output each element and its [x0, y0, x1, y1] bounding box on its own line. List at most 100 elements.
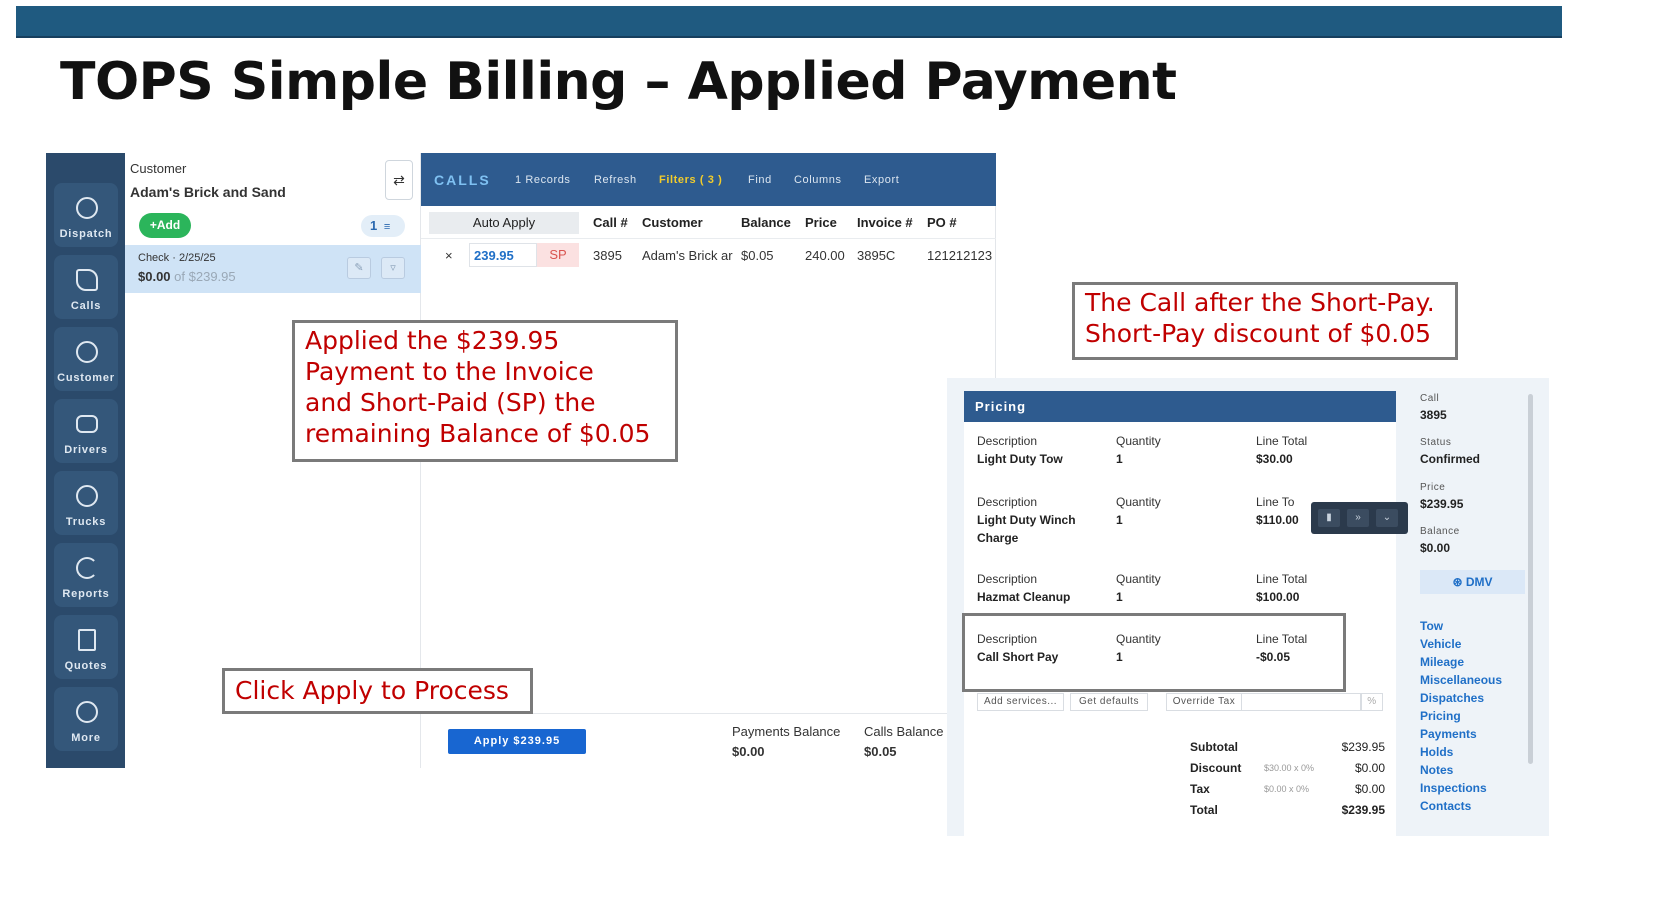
call-summary-sidebar: Call 3895 Status Confirmed Price $239.95…: [1420, 378, 1540, 836]
nav-label: Customer: [57, 372, 115, 384]
call-number: 3895: [1420, 408, 1447, 422]
item-description: Light Duty Tow: [977, 452, 1063, 466]
short-pay-button[interactable]: SP: [537, 243, 579, 267]
calls-balance-value: $0.05: [864, 744, 897, 759]
nav-more[interactable]: More: [54, 687, 118, 751]
nav-drivers[interactable]: Drivers: [54, 399, 118, 463]
item-quantity: 1: [1116, 513, 1123, 527]
refresh-button[interactable]: Refresh: [594, 174, 637, 186]
col-customer[interactable]: Customer: [642, 215, 703, 230]
steering-wheel-icon: [76, 485, 98, 507]
nav-label: Trucks: [65, 516, 107, 528]
pricing-line-item[interactable]: Description Quantity Line Total Light Du…: [964, 434, 1396, 504]
link-dispatches[interactable]: Dispatches: [1420, 691, 1484, 705]
apply-callout: Click Apply to Process: [222, 668, 533, 714]
dmv-button[interactable]: ⊛ DMV: [1420, 570, 1525, 594]
chevron-down-icon[interactable]: ⌄: [1376, 509, 1398, 527]
delete-payment-button[interactable]: ▿: [381, 257, 405, 279]
discount-label: Discount: [1190, 761, 1242, 775]
item-description: Hazmat Cleanup: [977, 590, 1071, 604]
cell-call-number: 3895: [593, 248, 622, 263]
desc-label: Description: [977, 495, 1038, 509]
payment-card[interactable]: Check · 2/25/25 $0.00 of $239.95 ✎ ▿: [125, 245, 421, 293]
applied-value: $0.00: [138, 269, 171, 284]
nav-reports[interactable]: Reports: [54, 543, 118, 607]
export-button[interactable]: Export: [864, 174, 899, 186]
swap-customer-button[interactable]: ⇄: [385, 160, 413, 200]
filter-count-button[interactable]: 1 ≡: [361, 215, 405, 237]
item-total: $30.00: [1256, 452, 1293, 466]
link-payments[interactable]: Payments: [1420, 727, 1477, 741]
sidebar-scrollbar[interactable]: [1528, 394, 1533, 764]
link-mileage[interactable]: Mileage: [1420, 655, 1464, 669]
payment-total: of $239.95: [174, 269, 236, 284]
calls-toolbar: CALLS 1 Records Refresh Filters ( 3 ) Fi…: [421, 153, 996, 206]
nav-calls[interactable]: Calls: [54, 255, 118, 319]
columns-button[interactable]: Columns: [794, 174, 842, 186]
callout-line: Applied the $239.95: [305, 326, 560, 355]
tax-label: Tax: [1190, 782, 1210, 796]
link-vehicle[interactable]: Vehicle: [1420, 637, 1461, 651]
percent-label: %: [1361, 693, 1383, 711]
steering-wheel-icon: ⊛: [1452, 575, 1463, 589]
pricing-title: Pricing: [964, 391, 1396, 422]
nav-customer[interactable]: Customer: [54, 327, 118, 391]
add-services-button[interactable]: Add services...: [977, 693, 1064, 711]
find-button[interactable]: Find: [748, 174, 772, 186]
tax-value: $0.00: [1354, 782, 1385, 796]
link-contacts[interactable]: Contacts: [1420, 799, 1471, 813]
item-total: $100.00: [1256, 590, 1300, 604]
calls-balance-label: Calls Balance: [864, 724, 944, 739]
callout-line: Short-Pay discount of $0.05: [1085, 319, 1432, 348]
desc-label: Description: [977, 434, 1038, 448]
edit-payment-button[interactable]: ✎: [347, 257, 371, 279]
link-tow[interactable]: Tow: [1420, 619, 1443, 633]
item-quantity: 1: [1116, 452, 1123, 466]
override-tax-input[interactable]: [1242, 693, 1361, 711]
link-holds[interactable]: Holds: [1420, 745, 1453, 759]
link-inspections[interactable]: Inspections: [1420, 781, 1487, 795]
filters-button[interactable]: Filters ( 3 ): [659, 174, 722, 186]
nav-label: Calls: [70, 300, 102, 312]
double-chevron-down-icon[interactable]: »: [1347, 509, 1369, 527]
apply-amount-input[interactable]: 239.95: [469, 243, 537, 267]
get-defaults-button[interactable]: Get defaults: [1070, 693, 1148, 711]
after-short-pay-callout: The Call after the Short-Pay. Short-Pay …: [1072, 282, 1458, 360]
nav-trucks[interactable]: Trucks: [54, 471, 118, 535]
col-price[interactable]: Price: [805, 215, 837, 230]
discount-calc: $30.00 x 0%: [1264, 763, 1315, 773]
payments-balance-value: $0.00: [732, 744, 765, 759]
more-icon: [76, 701, 98, 723]
applied-payment-callout: Applied the $239.95 Payment to the Invoi…: [292, 320, 678, 462]
apply-button[interactable]: Apply $239.95: [448, 729, 586, 754]
total-label: Line To: [1256, 495, 1295, 509]
col-invoice[interactable]: Invoice #: [857, 215, 913, 230]
nav-dispatch[interactable]: Dispatch: [54, 183, 118, 247]
link-miscellaneous[interactable]: Miscellaneous: [1420, 673, 1502, 687]
call-label: Call: [1420, 393, 1440, 404]
status-value: Confirmed: [1420, 452, 1480, 466]
subtotal-value: $239.95: [1341, 740, 1385, 754]
link-notes[interactable]: Notes: [1420, 763, 1453, 777]
dmv-label: DMV: [1465, 575, 1493, 589]
filter-icon: ≡: [383, 221, 391, 233]
balance-value: $0.00: [1420, 541, 1451, 555]
col-po[interactable]: PO #: [927, 215, 957, 230]
auto-apply-button[interactable]: Auto Apply: [429, 212, 579, 234]
col-call-number[interactable]: Call #: [593, 215, 628, 230]
slide-top-bar: [16, 6, 1562, 38]
cell-customer: Adam's Brick ar: [642, 248, 733, 263]
table-row[interactable]: × 239.95 SP 3895 Adam's Brick ar $0.05 2…: [421, 238, 996, 270]
item-description-cont: Charge: [977, 531, 1019, 545]
qty-label: Quantity: [1116, 434, 1161, 448]
add-payment-button[interactable]: +Add: [139, 213, 191, 238]
nav-label: Drivers: [64, 444, 108, 456]
remove-row-button[interactable]: ×: [445, 248, 453, 263]
total-label: Total: [1190, 803, 1218, 817]
delete-row-icon[interactable]: ▮: [1318, 509, 1340, 527]
balance-label: Balance: [1420, 526, 1460, 537]
total-value: $239.95: [1341, 803, 1385, 817]
link-pricing[interactable]: Pricing: [1420, 709, 1461, 723]
col-balance[interactable]: Balance: [741, 215, 791, 230]
nav-quotes[interactable]: Quotes: [54, 615, 118, 679]
